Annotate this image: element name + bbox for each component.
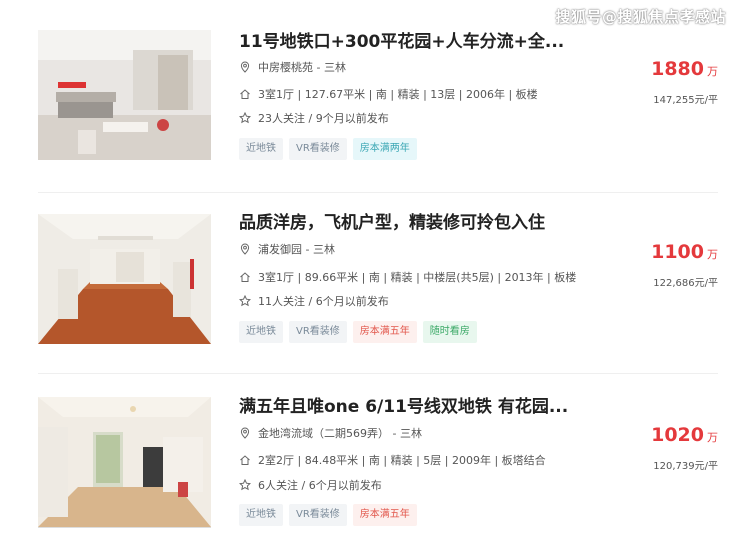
unit-price: 122,686元/平 <box>653 278 718 289</box>
tag-near-subway: 近地铁 <box>239 321 283 343</box>
watermark: 搜狐号@搜狐焦点孝感站 <box>555 8 726 26</box>
listing-card[interactable]: 品质洋房，飞机户型，精装修可拎包入住 浦发御园 - 三林 3室1厅 | 89.6… <box>38 211 718 374</box>
tag-list: 近地铁 VR看装修 房本满两年 <box>239 138 417 160</box>
follow-info-row: 11人关注 / 6个月以前发布 <box>239 294 389 310</box>
location-pin-icon <box>239 427 251 439</box>
price-number: 1100 <box>651 241 704 263</box>
total-price: 1100 万 <box>651 241 718 263</box>
follow-text: 6人关注 / 6个月以前发布 <box>258 479 382 492</box>
listing-photo[interactable] <box>38 30 211 160</box>
tag-list: 近地铁 VR看装修 房本满五年 <box>239 504 417 526</box>
house-details: 3室1厅 | 89.66平米 | 南 | 精装 | 中楼层(共5层) | 201… <box>258 271 577 284</box>
listing-title[interactable]: 11号地铁口+300平花园+人车分流+全... <box>239 30 569 54</box>
tag-view-anytime: 随时看房 <box>422 321 477 343</box>
total-price: 1020 万 <box>651 424 718 446</box>
listing-title[interactable]: 品质洋房，飞机户型，精装修可拎包入住 <box>239 211 569 235</box>
follow-info-row: 23人关注 / 9个月以前发布 <box>239 111 389 127</box>
listing-photo[interactable] <box>38 214 211 344</box>
tag-vr-tour: VR看装修 <box>289 138 347 160</box>
house-details: 2室2厅 | 84.48平米 | 南 | 精装 | 5层 | 2009年 | 板… <box>258 454 546 467</box>
location-row: 中房樱桃苑 - 三林 <box>239 60 346 76</box>
price-unit: 万 <box>707 431 718 444</box>
location-pin-icon <box>239 61 251 73</box>
tag-list: 近地铁 VR看装修 房本满五年 随时看房 <box>239 321 477 343</box>
community-name[interactable]: 中房樱桃苑 <box>258 61 313 74</box>
house-icon <box>239 454 251 466</box>
district-name[interactable]: 三林 <box>400 427 422 440</box>
divider <box>38 373 718 374</box>
house-icon <box>239 271 251 283</box>
district-name[interactable]: 三林 <box>324 61 346 74</box>
price-unit: 万 <box>707 248 718 261</box>
tag-deed-two-years: 房本满两年 <box>352 138 417 160</box>
star-icon <box>239 479 251 491</box>
tag-vr-tour: VR看装修 <box>289 504 347 526</box>
location-separator: - <box>302 243 313 256</box>
tag-deed-five-years: 房本满五年 <box>352 504 417 526</box>
follow-info-row: 6人关注 / 6个月以前发布 <box>239 478 382 494</box>
price-unit: 万 <box>707 65 718 78</box>
district-name[interactable]: 三林 <box>313 243 335 256</box>
listing-card[interactable]: 满五年且唯one 6/11号线双地铁 有花园... 金地湾流域（二期569弄） … <box>38 395 718 535</box>
unit-price: 120,739元/平 <box>653 461 718 472</box>
total-price: 1880 万 <box>651 58 718 80</box>
house-details: 3室1厅 | 127.67平米 | 南 | 精装 | 13层 | 2006年 |… <box>258 88 538 101</box>
location-row: 浦发御园 - 三林 <box>239 242 335 258</box>
location-separator: - <box>313 61 324 74</box>
tag-vr-tour: VR看装修 <box>289 321 347 343</box>
tag-deed-five-years: 房本满五年 <box>352 321 417 343</box>
tag-near-subway: 近地铁 <box>239 504 283 526</box>
community-name[interactable]: 金地湾流域（二期569弄） <box>258 427 389 440</box>
house-info-row: 2室2厅 | 84.48平米 | 南 | 精装 | 5层 | 2009年 | 板… <box>239 453 546 469</box>
location-pin-icon <box>239 243 251 255</box>
listing-photo[interactable] <box>38 397 211 528</box>
follow-text: 11人关注 / 6个月以前发布 <box>258 295 389 308</box>
house-info-row: 3室1厅 | 127.67平米 | 南 | 精装 | 13层 | 2006年 |… <box>239 87 538 103</box>
price-number: 1020 <box>651 424 704 446</box>
community-name[interactable]: 浦发御园 <box>258 243 302 256</box>
house-icon <box>239 88 251 100</box>
tag-near-subway: 近地铁 <box>239 138 283 160</box>
house-info-row: 3室1厅 | 89.66平米 | 南 | 精装 | 中楼层(共5层) | 201… <box>239 270 576 286</box>
location-row: 金地湾流域（二期569弄） - 三林 <box>239 426 422 442</box>
unit-price: 147,255元/平 <box>653 95 718 106</box>
star-icon <box>239 112 251 124</box>
divider <box>38 192 718 193</box>
listing-title[interactable]: 满五年且唯one 6/11号线双地铁 有花园... <box>239 395 569 419</box>
follow-text: 23人关注 / 9个月以前发布 <box>258 112 389 125</box>
location-separator: - <box>389 427 400 440</box>
price-number: 1880 <box>651 58 704 80</box>
listing-card[interactable]: 11号地铁口+300平花园+人车分流+全... 中房樱桃苑 - 三林 3室1厅 … <box>38 30 718 193</box>
star-icon <box>239 295 251 307</box>
